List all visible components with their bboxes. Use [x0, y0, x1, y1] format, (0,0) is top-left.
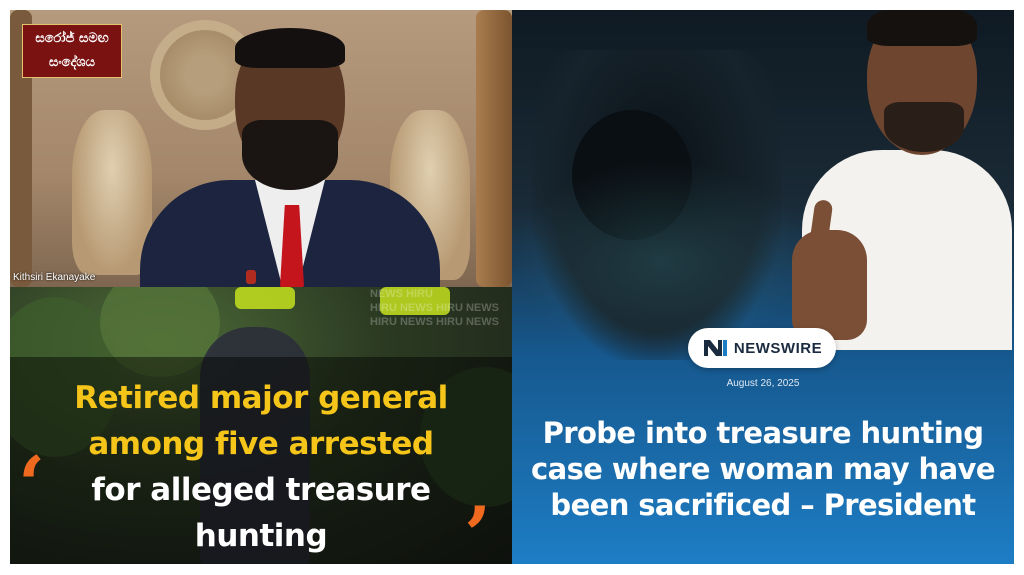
- wall-edge-right: [476, 10, 512, 287]
- close-quote-icon: ’: [464, 490, 492, 565]
- newswire-brand-pill: NEWSWIRE: [688, 328, 836, 368]
- arrest-headline: Retired major general among five arreste…: [10, 375, 512, 559]
- president-figure: [762, 10, 1014, 350]
- open-quote-icon: ‘: [18, 440, 46, 531]
- video-call-still: සරෝජ් සමඟ සංදේශය Kithsiri Ekanayake: [10, 10, 512, 287]
- channel-logo-line1: සරෝජ් සමඟ: [35, 31, 109, 46]
- newswire-card: NEWSWIRE August 26, 2025 Probe into trea…: [512, 10, 1014, 564]
- headline-line: hunting: [194, 518, 328, 554]
- headline-line: among five arrested: [88, 426, 434, 462]
- headline-line: Probe into treasure hunting: [542, 416, 984, 450]
- headline-line: been sacrificed – President: [550, 488, 976, 522]
- hiru-news-watermark: NEWS HIRU HIRU NEWS HIRU NEWS HIRU NEWS …: [370, 288, 499, 328]
- speaker-figure: [140, 28, 440, 287]
- newswire-n-logo-icon: [703, 340, 727, 356]
- arrest-footage: NEWS HIRU HIRU NEWS HIRU NEWS HIRU NEWS …: [10, 287, 512, 564]
- newswire-brand-name: NEWSWIRE: [733, 339, 823, 357]
- headline-line: for alleged treasure: [91, 472, 431, 508]
- newswire-headline: Probe into treasure hunting case where w…: [522, 415, 1004, 523]
- channel-logo-line2: සංදේශය: [49, 55, 95, 70]
- caller-name-label: Kithsiri Ekanayake: [13, 272, 96, 283]
- channel-logo: සරෝජ් සමඟ සංදේශය: [22, 24, 122, 78]
- article-date: August 26, 2025: [726, 378, 800, 389]
- headline-line: case where woman may have: [531, 452, 995, 486]
- police-vest: [235, 287, 295, 309]
- headline-line: Retired major general: [74, 380, 448, 416]
